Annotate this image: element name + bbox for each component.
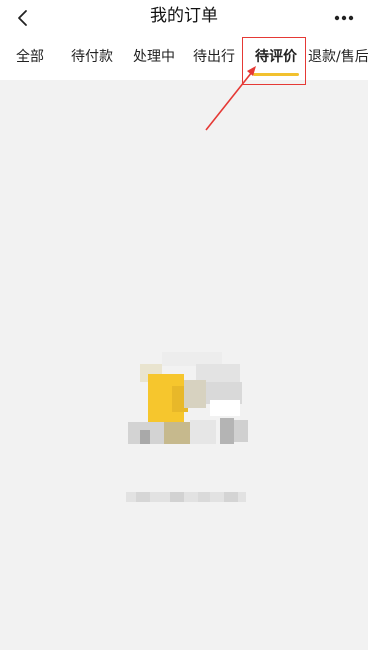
- empty-state-message-blurred: [126, 490, 246, 504]
- tab-pending-review[interactable]: 待评价: [247, 36, 305, 80]
- order-tabs: 全部 待付款 处理中 待出行 待评价 退款/售后: [0, 36, 368, 80]
- tab-label: 全部: [16, 49, 44, 65]
- annotation-arrow-icon: [205, 66, 256, 131]
- tab-label: 待评价: [255, 49, 297, 65]
- tab-pending-payment[interactable]: 待付款: [66, 36, 118, 80]
- tab-label: 待出行: [193, 49, 235, 65]
- tab-label: 待付款: [71, 49, 113, 65]
- page-title: 我的订单: [150, 6, 218, 26]
- more-horizontal-icon: [334, 15, 354, 21]
- tab-all[interactable]: 全部: [8, 36, 52, 80]
- tab-refund-aftersale[interactable]: 退款/售后: [308, 36, 368, 80]
- tab-label: 处理中: [133, 49, 175, 65]
- more-button[interactable]: [332, 6, 356, 30]
- tab-processing[interactable]: 处理中: [128, 36, 180, 80]
- active-tab-indicator: [253, 73, 299, 76]
- tab-pending-travel[interactable]: 待出行: [188, 36, 240, 80]
- top-nav-bar: 我的订单: [0, 0, 368, 36]
- empty-state-illustration: [126, 350, 256, 450]
- tab-label: 退款/售后: [308, 49, 368, 65]
